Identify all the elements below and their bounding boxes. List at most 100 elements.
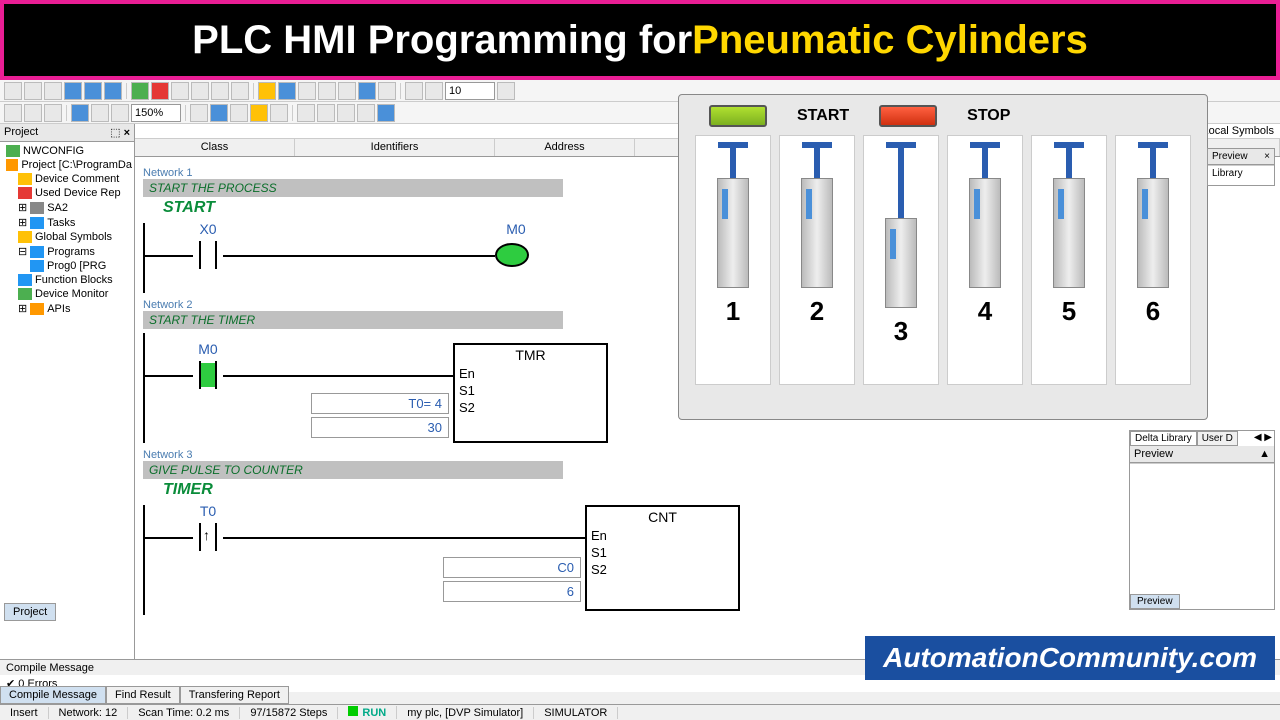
contact-m0-label: M0 xyxy=(183,341,233,357)
block-icon[interactable] xyxy=(270,104,288,122)
print-icon[interactable] xyxy=(64,82,82,100)
cylinder-5: 5 xyxy=(1031,135,1107,385)
tab-compile-message[interactable]: Compile Message xyxy=(0,686,106,704)
cylinder-label: 2 xyxy=(810,296,824,327)
hline-icon[interactable] xyxy=(317,104,335,122)
zoom-in-icon[interactable] xyxy=(91,104,109,122)
folder-icon[interactable] xyxy=(250,104,268,122)
lib-preview-tab[interactable]: Preview xyxy=(1130,594,1180,609)
tree-project[interactable]: Project [C:\ProgramDa xyxy=(0,158,134,172)
tmr-s1-value[interactable]: T0= 4 xyxy=(311,393,449,414)
redo-icon[interactable] xyxy=(425,82,443,100)
cylinder-6: 6 xyxy=(1115,135,1191,385)
contact-icon[interactable] xyxy=(190,104,208,122)
pin-icon[interactable]: ⬚ xyxy=(110,127,120,139)
cut-icon[interactable] xyxy=(4,104,22,122)
cnt-s1-value[interactable]: C0 xyxy=(443,557,581,578)
refresh-icon[interactable] xyxy=(497,82,515,100)
paste-icon[interactable] xyxy=(44,104,62,122)
status-bar: Insert Network: 12 Scan Time: 0.2 ms 97/… xyxy=(0,704,1280,720)
contact-m0[interactable] xyxy=(193,361,223,391)
tool-icon[interactable] xyxy=(258,82,276,100)
undo-icon[interactable] xyxy=(405,82,423,100)
project-tab[interactable]: Project xyxy=(4,603,56,621)
cnt-en: En xyxy=(587,527,738,544)
run-indicator-icon xyxy=(348,706,358,716)
vline-icon[interactable] xyxy=(337,104,355,122)
edit-icon[interactable] xyxy=(278,82,296,100)
spin-input[interactable] xyxy=(445,82,495,100)
tree-tasks[interactable]: ⊞Tasks xyxy=(0,215,134,230)
close-icon[interactable]: × xyxy=(124,127,130,139)
tree-programs[interactable]: ⊟Programs xyxy=(0,244,134,259)
run-icon[interactable] xyxy=(131,82,149,100)
il-icon[interactable] xyxy=(338,82,356,100)
hmi-panel: START STOP 123456 xyxy=(678,94,1208,420)
tree-used-device[interactable]: Used Device Rep xyxy=(0,186,134,200)
status-network: Network: 12 xyxy=(49,707,129,719)
tmr-s2: S2 xyxy=(455,399,606,416)
contact-t0-label: T0 xyxy=(183,503,233,519)
lib-preview-title: Preview xyxy=(1134,448,1173,460)
coil-icon[interactable] xyxy=(210,104,228,122)
zoom-input[interactable] xyxy=(131,104,181,122)
line-icon[interactable] xyxy=(230,104,248,122)
monitor-icon[interactable] xyxy=(231,82,249,100)
tree-apis[interactable]: ⊞APIs xyxy=(0,301,134,316)
hmi-stop-label: STOP xyxy=(967,107,1010,125)
cnt-block[interactable]: CNT En S1 S2 xyxy=(585,505,740,611)
status-simulator: SIMULATOR xyxy=(534,707,618,719)
tree-device-comment[interactable]: Device Comment xyxy=(0,172,134,186)
ladder-icon[interactable] xyxy=(298,82,316,100)
rung-3[interactable]: T0 ↑ CNT En S1 S2 C0 6 xyxy=(143,505,1272,615)
copy-icon[interactable] xyxy=(24,104,42,122)
user-library-tab[interactable]: User D xyxy=(1197,431,1238,446)
cnt-s2-value[interactable]: 6 xyxy=(443,581,581,602)
upload-icon[interactable] xyxy=(211,82,229,100)
status-plc: my plc, [DVP Simulator] xyxy=(397,707,534,719)
network-3-label: Network 3 xyxy=(143,449,1272,461)
tree-nwconfig[interactable]: NWCONFIG xyxy=(0,144,134,158)
coil-m0[interactable] xyxy=(495,243,529,267)
tree-function-blocks[interactable]: Function Blocks xyxy=(0,273,134,287)
tree-sa2[interactable]: ⊞SA2 xyxy=(0,200,134,215)
tree-device-monitor[interactable]: Device Monitor xyxy=(0,287,134,301)
tile-icon[interactable] xyxy=(104,82,122,100)
delta-library-tab[interactable]: Delta Library xyxy=(1130,431,1197,446)
contact-x0[interactable] xyxy=(193,241,223,271)
zoom-out-icon[interactable] xyxy=(111,104,129,122)
save-icon[interactable] xyxy=(44,82,62,100)
network-1-comment: START THE PROCESS xyxy=(143,179,563,197)
open-icon[interactable] xyxy=(24,82,42,100)
tmr-block[interactable]: TMR En S1 S2 xyxy=(453,343,608,443)
hmi-stop-button[interactable] xyxy=(879,105,937,127)
cursor-icon[interactable] xyxy=(297,104,315,122)
new-icon[interactable] xyxy=(4,82,22,100)
online-icon[interactable] xyxy=(358,82,376,100)
library-preview xyxy=(1130,463,1274,593)
search-icon[interactable] xyxy=(71,104,89,122)
close-icon[interactable]: × xyxy=(1264,151,1270,162)
download-icon[interactable] xyxy=(191,82,209,100)
delete-icon[interactable] xyxy=(357,104,375,122)
offline-icon[interactable] xyxy=(378,82,396,100)
tab-find-result[interactable]: Find Result xyxy=(106,686,180,704)
add-icon[interactable] xyxy=(377,104,395,122)
status-steps: 97/15872 Steps xyxy=(240,707,338,719)
hmi-start-button[interactable] xyxy=(709,105,767,127)
contact-t0[interactable]: ↑ xyxy=(193,523,223,553)
stop-icon[interactable] xyxy=(151,82,169,100)
fbd-icon[interactable] xyxy=(318,82,336,100)
col-address[interactable]: Address xyxy=(495,139,635,156)
col-identifiers[interactable]: Identifiers xyxy=(295,139,495,156)
tree-global-symbols[interactable]: Global Symbols xyxy=(0,230,134,244)
tab-transfering-report[interactable]: Transfering Report xyxy=(180,686,289,704)
tmr-s2-value[interactable]: 30 xyxy=(311,417,449,438)
cylinder-label: 4 xyxy=(978,296,992,327)
compile-icon[interactable] xyxy=(171,82,189,100)
status-insert: Insert xyxy=(0,707,49,719)
window-icon[interactable] xyxy=(84,82,102,100)
hmi-start-label: START xyxy=(797,107,849,125)
tree-prog0[interactable]: Prog0 [PRG xyxy=(0,259,134,273)
col-class[interactable]: Class xyxy=(135,139,295,156)
